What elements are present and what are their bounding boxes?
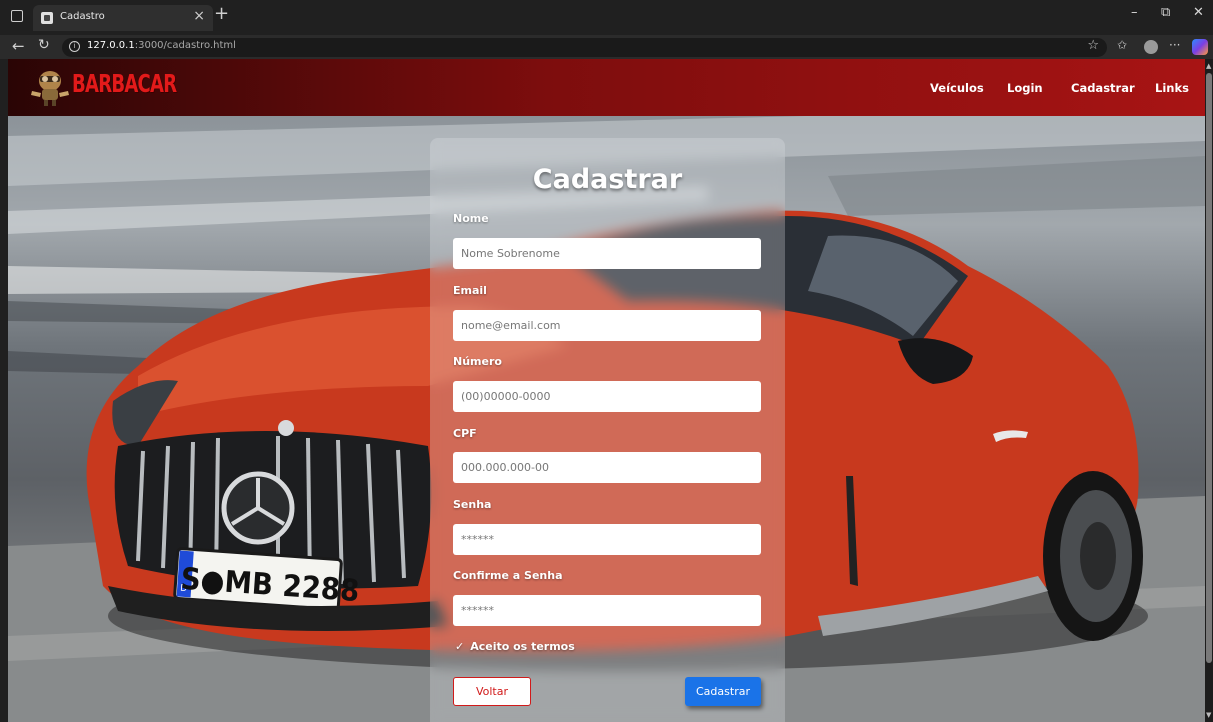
nome-input[interactable] <box>453 238 761 269</box>
new-tab-icon[interactable]: + <box>214 3 229 24</box>
confirme-senha-label: Confirme a Senha <box>453 569 563 582</box>
terms-label: Aceito os termos <box>470 640 575 653</box>
tab-actions-icon[interactable] <box>11 10 23 22</box>
browser-tab-bar: Cadastro × + – ⧉ ✕ <box>0 0 1213 35</box>
scroll-thumb[interactable] <box>1206 73 1212 663</box>
nav-link-veiculos[interactable]: Veículos <box>930 81 984 95</box>
submit-button[interactable]: Cadastrar <box>685 677 761 706</box>
nome-label: Nome <box>453 212 489 225</box>
browser-tab[interactable]: Cadastro × <box>33 5 213 31</box>
site-logo[interactable]: BARBACAR <box>28 65 177 107</box>
url-field[interactable]: i 127.0.0.1:3000/cadastro.html ☆ <box>62 38 1107 57</box>
restore-icon[interactable]: ⧉ <box>1161 5 1170 20</box>
nav-link-links[interactable]: Links <box>1155 81 1189 95</box>
address-bar-row: ← ↻ i 127.0.0.1:3000/cadastro.html ☆ ✩ ·… <box>0 35 1213 59</box>
reload-icon[interactable]: ↻ <box>38 37 50 53</box>
tab-title: Cadastro <box>60 11 105 22</box>
minimize-icon[interactable]: – <box>1131 5 1138 20</box>
mascot-icon <box>31 71 69 106</box>
favorite-star-icon[interactable]: ☆ <box>1087 38 1099 53</box>
nav-link-login[interactable]: Login <box>1007 81 1043 95</box>
window-close-icon[interactable]: ✕ <box>1193 5 1204 20</box>
email-label: Email <box>453 284 487 297</box>
logo-text: BARBACAR <box>72 69 177 98</box>
back-button[interactable]: Voltar <box>453 677 531 706</box>
url-text: 127.0.0.1:3000/cadastro.html <box>87 40 236 51</box>
info-icon[interactable]: i <box>69 41 80 52</box>
close-icon[interactable]: × <box>193 8 205 24</box>
email-input[interactable] <box>453 310 761 341</box>
numero-label: Número <box>453 355 502 368</box>
scroll-up-icon[interactable]: ▲ <box>1206 62 1211 70</box>
site-navbar: BARBACAR Veículos Login Cadastrar Links <box>8 59 1205 116</box>
numero-input[interactable] <box>453 381 761 412</box>
cpf-label: CPF <box>453 427 477 440</box>
cpf-input[interactable] <box>453 452 761 483</box>
profile-avatar-icon[interactable] <box>1144 40 1158 54</box>
confirme-senha-input[interactable] <box>453 595 761 626</box>
scroll-down-icon[interactable]: ▼ <box>1206 711 1211 719</box>
favorites-icon[interactable]: ✩ <box>1117 38 1127 52</box>
favicon-icon <box>41 12 53 24</box>
register-form-card: Cadastrar Nome Email Número CPF Senha Co… <box>430 138 785 722</box>
form-title: Cadastrar <box>532 164 683 195</box>
terms-checkbox[interactable]: ✓ Aceito os termos <box>455 640 575 653</box>
page-viewport: BARBACAR Veículos Login Cadastrar Links <box>8 59 1205 722</box>
nav-link-cadastrar[interactable]: Cadastrar <box>1071 81 1135 95</box>
senha-input[interactable] <box>453 524 761 555</box>
senha-label: Senha <box>453 498 492 511</box>
back-arrow-icon[interactable]: ← <box>12 37 25 55</box>
check-icon: ✓ <box>455 640 465 653</box>
copilot-icon[interactable] <box>1192 39 1208 55</box>
more-menu-icon[interactable]: ··· <box>1169 38 1180 52</box>
page-scrollbar[interactable]: ▲ ▼ <box>1205 59 1213 722</box>
